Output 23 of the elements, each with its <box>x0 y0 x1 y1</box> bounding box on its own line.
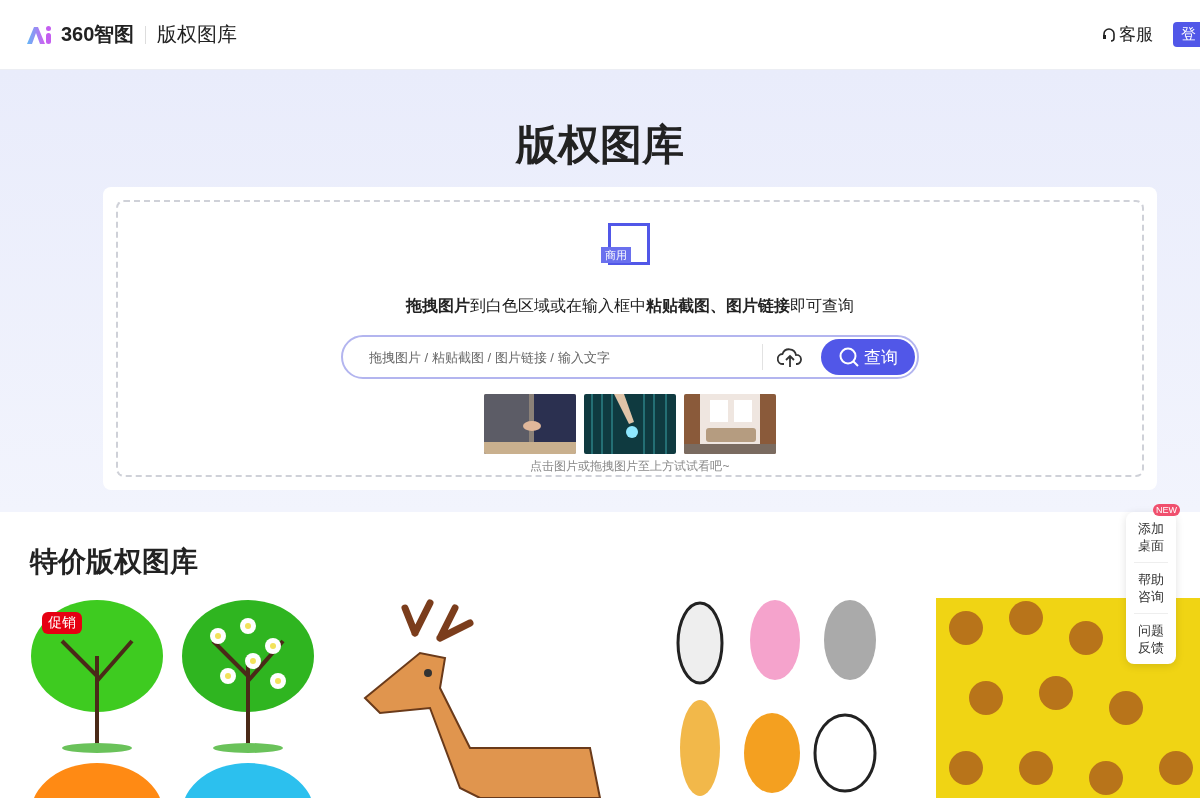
promotion-tag: 促销 <box>42 612 82 634</box>
new-badge: NEW <box>1153 504 1180 516</box>
logo-text[interactable]: 360智图 <box>61 21 135 48</box>
living-room-photo[interactable] <box>684 394 776 454</box>
side-menu-item[interactable]: 帮助咨询 <box>1138 567 1164 609</box>
upload-cloud-icon[interactable] <box>777 346 803 368</box>
commercial-badge: 商用 <box>601 247 631 263</box>
search-button[interactable]: 查询 <box>821 339 915 375</box>
handshake-photo[interactable] <box>484 394 576 454</box>
side-menu-item[interactable]: 问题反馈 <box>1138 618 1164 660</box>
hint-text: 点击图片或拖拽图片至上方试试看吧~ <box>530 458 730 475</box>
side-menu-item[interactable]: 添加桌面 <box>1138 516 1164 558</box>
drop-zone[interactable]: 商用 拖拽图片到白色区域或在输入框中粘贴截图、图片链接即可查询 拖拽图片 / 粘贴截图 / 图片链接 / 输入文字 查询 点击图片或拖拽图片至上方试试看吧~ <box>116 200 1144 477</box>
page-title: 版权图库 <box>514 120 685 170</box>
login-button[interactable]: 登 <box>1173 22 1200 47</box>
product-title: 版权图库 <box>157 22 238 47</box>
instruction-text: 拖拽图片到白色区域或在输入框中粘贴截图、图片链接即可查询 <box>406 296 854 316</box>
search-icon <box>838 347 859 367</box>
logo-icon <box>25 23 53 46</box>
headset-icon <box>1102 26 1116 43</box>
digital-hand-photo[interactable] <box>584 394 676 454</box>
customer-service-link[interactable]: 客服 <box>1102 23 1153 46</box>
search-field[interactable]: 拖拽图片 / 粘贴截图 / 图片链接 / 输入文字 查询 <box>341 335 919 379</box>
